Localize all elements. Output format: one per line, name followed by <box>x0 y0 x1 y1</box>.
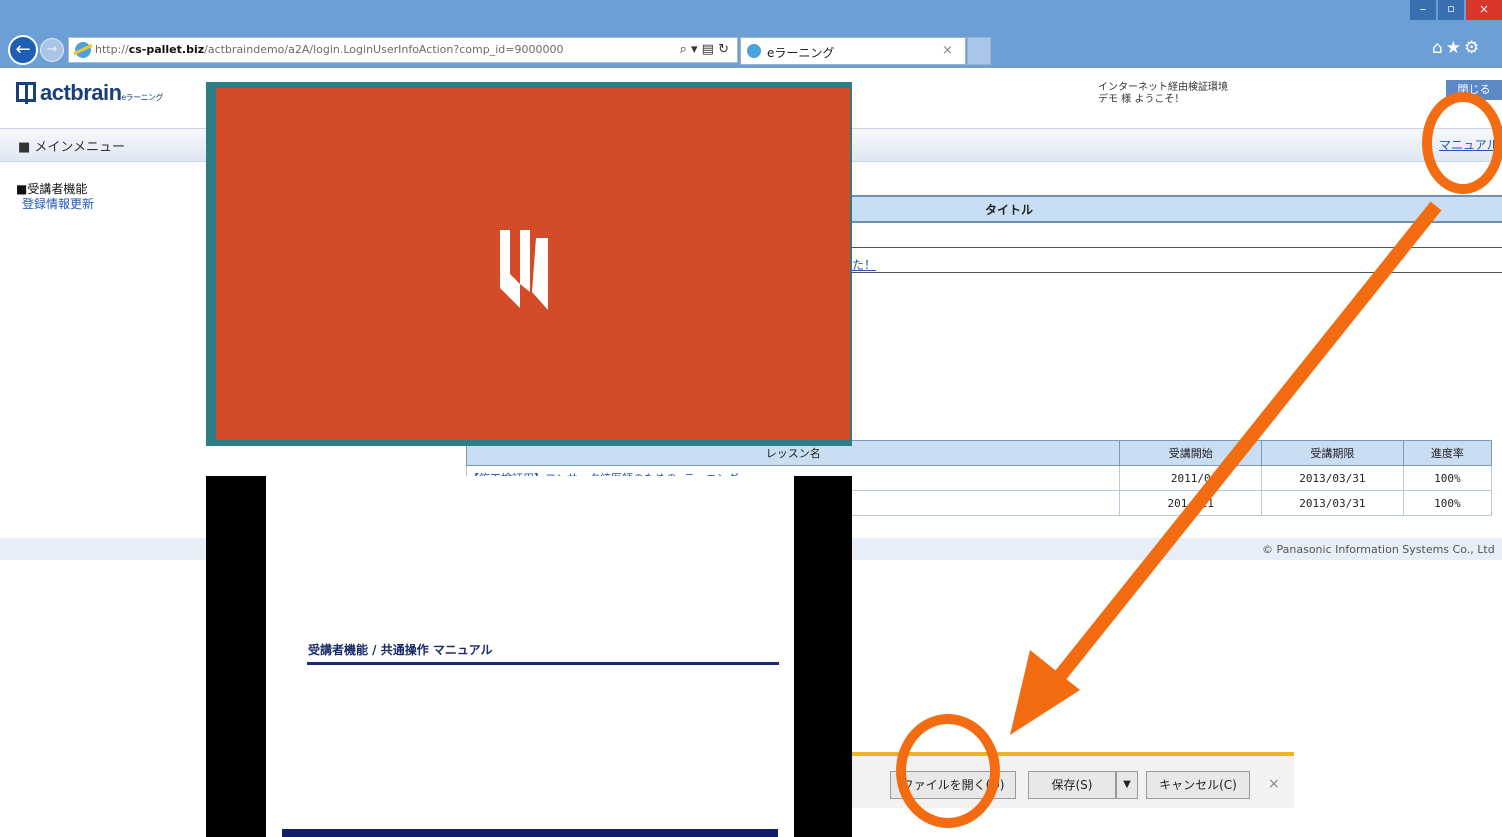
manual-document-title: 受講者機能 / 共通操作 マニュアル <box>308 643 493 657</box>
actbrain-logo: actbraineラーニング <box>16 80 164 106</box>
back-arrow-icon[interactable]: ← <box>8 35 38 65</box>
start-date: 2011/0 <box>1119 465 1262 491</box>
url-host: cs-pallet.biz <box>128 43 205 56</box>
logo-subtitle: eラーニング <box>121 93 164 102</box>
window-close-icon[interactable]: × <box>1466 0 1502 20</box>
annotation-circle-manual <box>1422 92 1502 194</box>
url-prefix: http:// <box>95 43 129 56</box>
start-date-header: 受講開始 <box>1119 440 1262 466</box>
forward-arrow-icon[interactable]: → <box>40 38 64 62</box>
maximize-icon[interactable]: ▫ <box>1438 0 1464 20</box>
new-tab-button[interactable] <box>967 37 991 65</box>
environment-label: インターネット経由検証環境 <box>1098 82 1228 93</box>
logo-mark-icon <box>16 82 36 104</box>
progress: 100% <box>1402 490 1493 516</box>
deadline: 2013/03/31 <box>1260 490 1404 516</box>
tab-close-icon[interactable]: × <box>942 43 953 58</box>
main-menu-title: ■ メインメニュー <box>18 140 126 155</box>
tab-title: eラーニング <box>767 46 835 60</box>
copyright-text: © Panasonic Information Systems Co., Ltd <box>1262 543 1495 556</box>
start-date: 201 /21 <box>1119 490 1262 516</box>
minimize-icon[interactable]: – <box>1410 0 1436 20</box>
annotation-circle-open <box>896 714 1000 828</box>
notice-table-header <box>852 195 1502 223</box>
download-close-icon[interactable]: × <box>1268 776 1280 792</box>
address-tools-icon[interactable]: ⌕ ▾ ▤ ↻ <box>675 38 729 62</box>
browser-tab[interactable]: eラーニング × <box>740 37 966 65</box>
ie-tab-icon <box>747 44 761 58</box>
page-footer-bar <box>282 829 778 837</box>
row-divider <box>852 247 1502 248</box>
ie-icon <box>75 42 91 58</box>
progress-header: 進度率 <box>1402 440 1493 466</box>
save-button[interactable]: 保存(S) <box>1028 771 1116 799</box>
deadline: 2013/03/31 <box>1260 465 1404 491</box>
deadline-header: 受講期限 <box>1260 440 1404 466</box>
row-divider <box>852 272 1502 273</box>
environment-info: インターネット経由検証環境 デモ 様 ようこそ！ <box>1098 82 1228 106</box>
reader-logo-icon <box>500 230 548 310</box>
notice-link[interactable]: た！ <box>852 256 876 273</box>
cancel-button[interactable]: キャンセル(C) <box>1146 771 1250 799</box>
url-path: /actbraindemo/a2A/login.LoginUserInfoAct… <box>204 43 564 56</box>
address-bar[interactable]: http://cs-pallet.biz/actbraindemo/a2A/lo… <box>68 37 738 63</box>
title-underline <box>307 662 779 665</box>
update-registration-link[interactable]: 登録情報更新 <box>22 195 94 212</box>
notice-title-column: タイトル <box>985 203 1034 217</box>
reader-splash-panel <box>216 88 850 440</box>
logo-text: actbrain <box>40 80 122 105</box>
save-dropdown-icon[interactable]: ▼ <box>1116 771 1138 799</box>
home-favorites-settings-icons[interactable]: ⌂★⚙ <box>1432 38 1482 58</box>
welcome-text: デモ 様 ようこそ！ <box>1098 94 1185 105</box>
progress: 100% <box>1402 465 1493 491</box>
